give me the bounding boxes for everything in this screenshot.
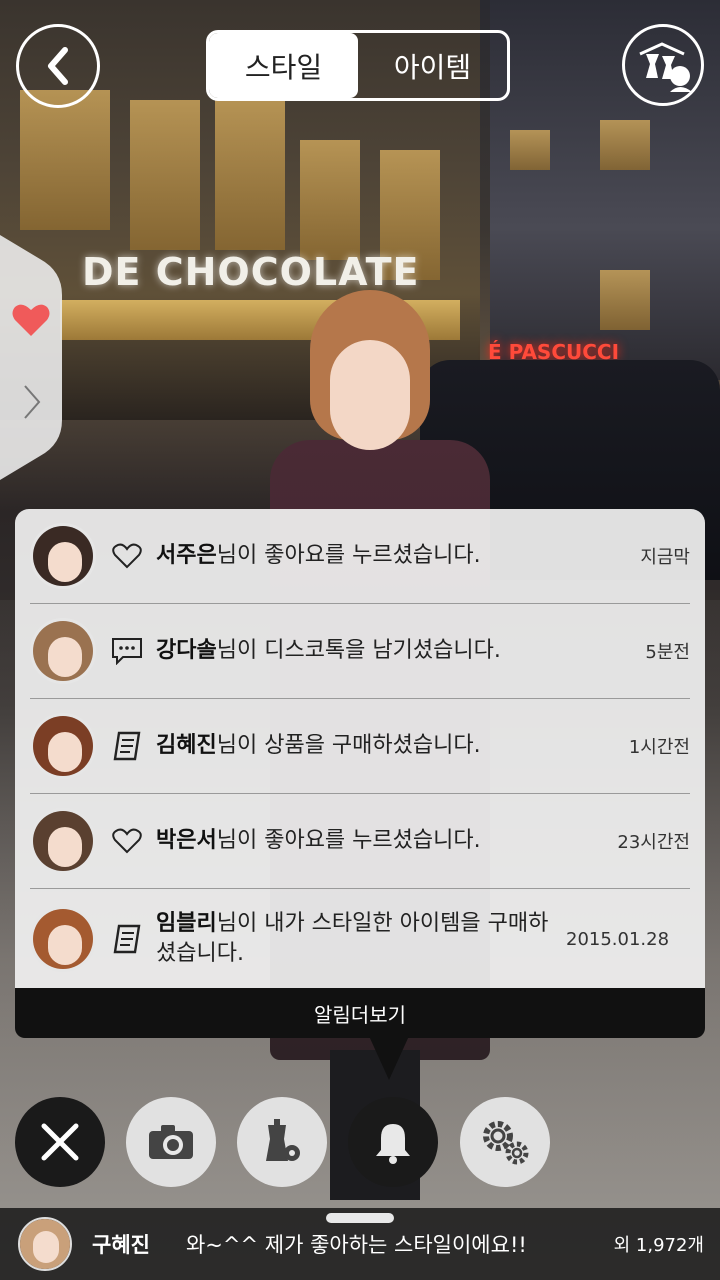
notification-time: 2015.01.28: [566, 928, 670, 950]
avatar: [30, 906, 96, 972]
heart-outline-icon: [112, 828, 142, 854]
camera-icon: [149, 1125, 193, 1159]
popup-pointer: [369, 1036, 409, 1080]
close-icon: [41, 1123, 79, 1161]
notification-user[interactable]: 박은서: [156, 828, 217, 853]
chat-bubble-icon: [112, 638, 142, 665]
avatar: [18, 1217, 72, 1271]
receipt-icon: [113, 924, 141, 954]
notification-row[interactable]: 김혜진님이 상품을 구매하셨습니다. 1시간전: [30, 699, 690, 794]
mannequin-settings-icon: [266, 1119, 300, 1161]
notification-text: 님이 좋아요를 누르셨습니다.: [216, 828, 481, 853]
closet-button[interactable]: [622, 24, 704, 106]
chevron-left-icon: [48, 47, 68, 85]
notification-row[interactable]: 임블리님이 내가 스타일한 아이템을 구매하셨습니다. 2015.01.28: [30, 889, 690, 989]
notification-panel: 서주은님이 좋아요를 누르셨습니다. 지금막 강다솔님이 디스코톡을 남기셨습니…: [15, 509, 705, 989]
heart-icon[interactable]: [12, 303, 50, 337]
view-toggle: 스타일 아이템: [206, 30, 510, 101]
notification-user[interactable]: 김혜진: [156, 733, 217, 758]
notification-text: 님이 상품을 구매하셨습니다.: [216, 733, 481, 758]
notifications-button[interactable]: [348, 1097, 438, 1187]
notification-time: 5분전: [645, 642, 690, 663]
avatar: [30, 618, 96, 684]
comment-text: 와~^^ 제가 좋아하는 스타일이에요!!: [185, 1233, 527, 1257]
notification-time: 지금막: [640, 547, 690, 568]
side-panel-tab[interactable]: [0, 235, 62, 480]
tab-style[interactable]: 스타일: [209, 33, 358, 98]
gears-icon: [483, 1121, 529, 1165]
comment-user-name[interactable]: 구혜진: [92, 1229, 150, 1259]
tab-item[interactable]: 아이템: [358, 33, 507, 98]
camera-button[interactable]: [126, 1097, 216, 1187]
avatar: [30, 523, 96, 589]
notification-text: 님이 좋아요를 누르셨습니다.: [216, 543, 481, 568]
hanger-closet-icon: [639, 42, 692, 92]
notification-user[interactable]: 서주은: [156, 543, 217, 568]
comment-count: 외 1,972개: [613, 1235, 704, 1256]
settings-button[interactable]: [460, 1097, 550, 1187]
notification-user[interactable]: 강다솔: [156, 638, 217, 663]
notification-row[interactable]: 서주은님이 좋아요를 누르셨습니다. 지금막: [30, 509, 690, 604]
heart-outline-icon: [112, 543, 142, 569]
drag-handle[interactable]: [326, 1213, 394, 1223]
notification-time: 1시간전: [628, 737, 690, 758]
notification-user[interactable]: 임블리: [156, 911, 217, 936]
style-settings-button[interactable]: [237, 1097, 327, 1187]
avatar: [30, 808, 96, 874]
receipt-icon: [113, 731, 141, 761]
notification-row[interactable]: 박은서님이 좋아요를 누르셨습니다. 23시간전: [30, 794, 690, 889]
notification-time: 23시간전: [617, 832, 690, 853]
chevron-right-icon[interactable]: [22, 384, 42, 420]
close-button[interactable]: [15, 1097, 105, 1187]
notification-row[interactable]: 강다솔님이 디스코톡을 남기셨습니다. 5분전: [30, 604, 690, 699]
avatar: [30, 713, 96, 779]
notification-text: 님이 디스코톡을 남기셨습니다.: [216, 638, 501, 663]
more-notifications-button[interactable]: 알림더보기: [15, 988, 705, 1038]
back-button[interactable]: [16, 24, 100, 108]
bell-icon: [376, 1124, 410, 1164]
